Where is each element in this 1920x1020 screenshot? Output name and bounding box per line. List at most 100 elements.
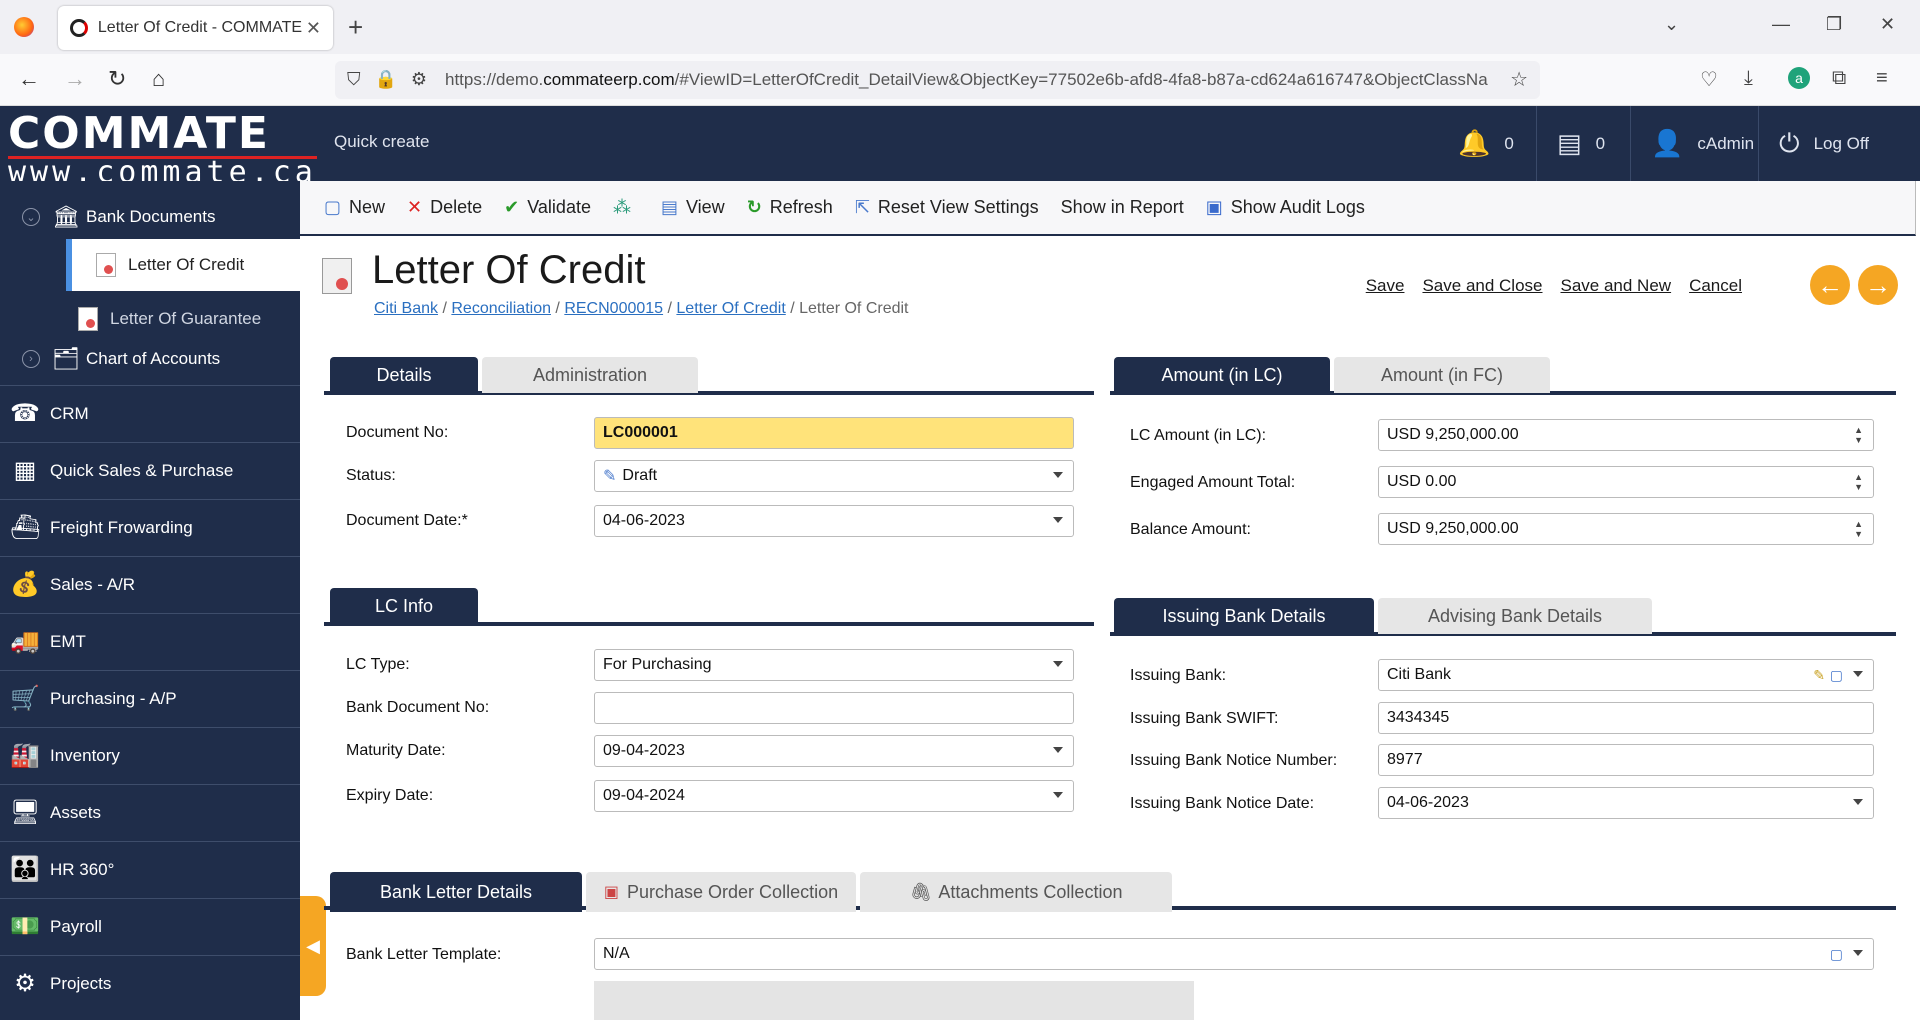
- tab-advising-bank[interactable]: Advising Bank Details: [1378, 598, 1652, 634]
- sidebar-item-freight[interactable]: ⛴ Freight Frowarding: [0, 499, 300, 555]
- sidebar-item-purchasing[interactable]: 🛒 Purchasing - A/P: [0, 670, 300, 726]
- sidebar-item-letter-of-guarantee[interactable]: Letter Of Guarantee: [78, 299, 261, 339]
- status-value: Draft: [622, 467, 658, 484]
- tab-amount-fc[interactable]: Amount (in FC): [1334, 357, 1550, 393]
- pocket-icon[interactable]: ♡: [1700, 67, 1718, 92]
- close-tab-icon[interactable]: ✕: [306, 18, 321, 39]
- sidebar-item-letter-of-credit[interactable]: Letter Of Credit: [66, 239, 300, 291]
- show-audit-logs-button[interactable]: ▣ Show Audit Logs: [1206, 197, 1365, 218]
- breadcrumb-link[interactable]: Reconciliation: [451, 300, 551, 317]
- bank-document-no-input[interactable]: [594, 692, 1074, 724]
- arrow-left-icon: ◀: [306, 935, 320, 956]
- tab-issuing-bank[interactable]: Issuing Bank Details: [1114, 598, 1374, 634]
- document-date-value: 04-06-2023: [603, 512, 685, 529]
- tab-purchase-order-collection[interactable]: ▣ Purchase Order Collection: [586, 872, 856, 912]
- new-object-icon[interactable]: ▢: [1830, 946, 1843, 963]
- restore-icon[interactable]: ❐: [1826, 14, 1842, 35]
- document-date-picker[interactable]: 04-06-2023: [594, 505, 1074, 537]
- spinner-icon[interactable]: ▲ ▼: [1854, 519, 1863, 539]
- balance-amount-field[interactable]: USD 9,250,000.00 ▲ ▼: [1378, 513, 1874, 545]
- sidebar-item-label: EMT: [50, 631, 86, 651]
- browser-tab[interactable]: Letter Of Credit - COMMATE ERP ✕: [58, 6, 333, 50]
- sidebar-item-crm[interactable]: ☎ CRM: [0, 385, 300, 441]
- next-record-button[interactable]: →: [1858, 265, 1898, 305]
- lc-amount-field[interactable]: USD 9,250,000.00 ▲ ▼: [1378, 419, 1874, 451]
- download-icon[interactable]: ⤓: [1744, 67, 1753, 90]
- tab-list-icon[interactable]: ⌄: [1664, 14, 1679, 35]
- bookmark-star-icon[interactable]: ☆: [1510, 67, 1528, 92]
- lc-type-dropdown[interactable]: For Purchasing: [594, 649, 1074, 681]
- validate-button[interactable]: ✔ Validate: [504, 197, 591, 218]
- bank-letter-template-lookup[interactable]: N/A ▢: [594, 938, 1874, 970]
- user-menu[interactable]: 👤 cAdmin: [1630, 106, 1762, 181]
- swift-input[interactable]: 3434345: [1378, 702, 1874, 734]
- spinner-icon[interactable]: ▲ ▼: [1854, 472, 1863, 492]
- workflow-button[interactable]: ⁂: [613, 197, 639, 218]
- sidebar-item-assets[interactable]: 🖥 Assets: [0, 784, 300, 840]
- sidebar-item-bank-documents[interactable]: ⌄ 🏛 Bank Documents: [22, 197, 215, 237]
- tab-attachments-collection[interactable]: 🖇 Attachments Collection: [860, 872, 1172, 912]
- collapse-sidebar-button[interactable]: ◀: [300, 896, 326, 996]
- previous-record-button[interactable]: ←: [1810, 265, 1850, 305]
- save-button[interactable]: Save: [1366, 276, 1405, 296]
- sidebar-item-emt[interactable]: 🚚 EMT: [0, 613, 300, 669]
- edit-icon[interactable]: ✎: [1813, 667, 1825, 684]
- reset-view-settings-button[interactable]: ⇱ Reset View Settings: [855, 197, 1039, 218]
- crm-icon: ☎: [10, 400, 40, 427]
- view-button[interactable]: ▤ View: [661, 197, 725, 218]
- close-window-icon[interactable]: ✕: [1880, 14, 1895, 35]
- minimize-icon[interactable]: —: [1772, 14, 1790, 35]
- cancel-button[interactable]: Cancel: [1689, 276, 1742, 296]
- menu-icon[interactable]: ≡: [1876, 67, 1888, 90]
- logoff-button[interactable]: ⏻ Log Off: [1758, 106, 1920, 181]
- issuing-bank-lookup[interactable]: Citi Bank ✎ ▢: [1378, 659, 1874, 691]
- tab-details[interactable]: Details: [330, 357, 478, 393]
- maturity-date-picker[interactable]: 09-04-2023: [594, 735, 1074, 767]
- extension-a-icon[interactable]: a: [1788, 67, 1810, 89]
- breadcrumb-link[interactable]: RECN000015: [564, 300, 663, 317]
- show-in-report-label: Show in Report: [1060, 197, 1184, 217]
- sidebar-item-hr[interactable]: 👪 HR 360°: [0, 841, 300, 897]
- sidebar-item-inventory[interactable]: 🏭 Inventory: [0, 727, 300, 783]
- engaged-amount-field[interactable]: USD 0.00 ▲ ▼: [1378, 466, 1874, 498]
- new-object-icon[interactable]: ▢: [1830, 667, 1843, 684]
- home-icon[interactable]: ⌂: [152, 66, 165, 92]
- forward-icon[interactable]: →: [64, 66, 86, 92]
- notice-date-picker[interactable]: 04-06-2023: [1378, 787, 1874, 819]
- save-and-close-button[interactable]: Save and Close: [1422, 276, 1542, 296]
- back-icon[interactable]: ←: [18, 66, 40, 92]
- tab-bank-letter-details[interactable]: Bank Letter Details: [330, 872, 582, 912]
- extensions-icon[interactable]: ⧉: [1832, 67, 1846, 90]
- new-button[interactable]: ▢ New: [324, 197, 385, 218]
- sidebar-item-quick-sales[interactable]: ▦ Quick Sales & Purchase: [0, 442, 300, 498]
- status-dropdown[interactable]: ✎ Draft: [594, 460, 1074, 492]
- document-no-field[interactable]: LC000001: [594, 417, 1074, 449]
- tasks-button[interactable]: ▤ 0: [1536, 106, 1642, 181]
- url-bar[interactable]: ⛉🔒⚙ https://demo. commateerp.com/#ViewID=…: [335, 61, 1540, 99]
- refresh-button[interactable]: ↻ Refresh: [747, 197, 833, 218]
- sidebar-item-chart-of-accounts[interactable]: › 🗂 Chart of Accounts: [22, 339, 220, 379]
- expand-icon[interactable]: ›: [22, 350, 40, 368]
- save-and-new-button[interactable]: Save and New: [1561, 276, 1672, 296]
- sidebar-item-projects[interactable]: ⚙ Projects: [0, 955, 300, 1011]
- tab-lc-info[interactable]: LC Info: [330, 588, 478, 624]
- new-tab-icon[interactable]: +: [348, 12, 363, 43]
- commate-logo[interactable]: COMMATE www.commate.ca: [8, 112, 317, 188]
- sidebar-item-payroll[interactable]: 💵 Payroll: [0, 898, 300, 954]
- quick-create-link[interactable]: Quick create: [334, 132, 429, 152]
- expiry-date-picker[interactable]: 09-04-2024: [594, 780, 1074, 812]
- firefox-icon: [14, 17, 34, 37]
- expand-icon[interactable]: ⌄: [22, 208, 40, 226]
- show-in-report-button[interactable]: Show in Report: [1061, 197, 1184, 218]
- delete-button[interactable]: ✕ Delete: [407, 197, 482, 218]
- sidebar-item-sales[interactable]: 💰 Sales - A/R: [0, 556, 300, 612]
- spinner-icon[interactable]: ▲ ▼: [1854, 425, 1863, 445]
- breadcrumb-link[interactable]: Letter Of Credit: [676, 300, 785, 317]
- breadcrumb-link[interactable]: Citi Bank: [374, 300, 438, 317]
- reload-icon[interactable]: ↻: [108, 66, 126, 92]
- tab-administration[interactable]: Administration: [482, 357, 698, 393]
- notifications-button[interactable]: 🔔 0: [1438, 106, 1538, 181]
- tab-amount-lc[interactable]: Amount (in LC): [1114, 357, 1330, 393]
- notice-number-input[interactable]: 8977: [1378, 744, 1874, 776]
- sidebar-item-label: HR 360°: [50, 859, 115, 879]
